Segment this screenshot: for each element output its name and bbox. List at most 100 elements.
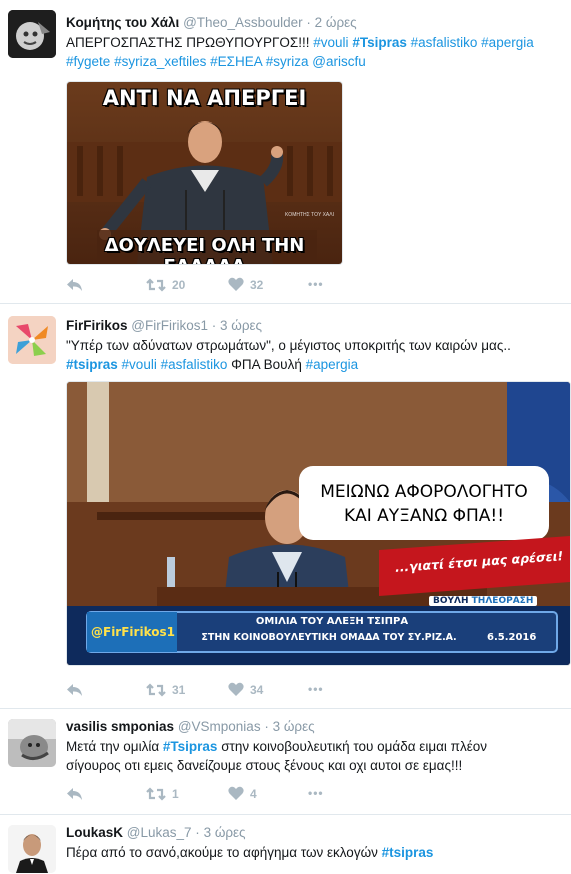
hashtag-link[interactable]: #tsipras [66,357,118,372]
tweet-text: Μετά την ομιλία #Tsipras στην κοινοβουλε… [66,737,566,775]
meme-caption-top: ΑΝΤΙ ΝΑ ΑΠΕΡΓΕΙ [102,86,307,110]
speech-bubble: ΜΕΙΩΝΩ ΑΦΟΡΟΛΟΓΗΤΟ ΚΑΙ ΑΥΞΑΝΩ ΦΠΑ!! [299,480,549,528]
user-handle[interactable]: @VSmponias [178,719,261,734]
retweet-button[interactable]: 20 [146,277,185,293]
avatar[interactable] [8,316,56,364]
retweet-icon [146,278,166,292]
tweet-text: Πέρα από το σανό,ακούμε το αφήγημα των ε… [66,843,566,862]
tweet-text-segment: ΦΠΑ Βουλή [227,357,306,372]
avatar[interactable] [8,825,56,873]
tweet-text-segment: Πέρα από το σανό,ακούμε το αφήγημα των ε… [66,845,382,860]
tweet-text: ΑΠΕΡΓΟΣΠΑΣΤΗΣ ΠΡΩΘΥΠΟΥΡΓΟΣ!!! #vouli #Ts… [66,33,566,71]
tweet[interactable]: Κομήτης του Χάλι @Theo_Assboulder · 2 ώρ… [0,0,571,304]
tweet-header: vasilis smponias @VSmponias · 3 ώρες [66,719,315,734]
tweet-header: FirFirikos @FirFirikos1 · 3 ώρες [66,318,262,333]
retweet-icon [146,787,166,801]
tweet-text-line: σίγουρος οτι εμεις δανείζουμε στους ξένο… [66,756,566,775]
reply-button[interactable] [66,277,84,293]
reply-icon [67,279,82,291]
hashtag-link[interactable]: #tsipras [382,845,434,860]
ticker-line: ΣΤΗΝ ΚΟΙΝΟΒΟΥΛΕΥΤΙΚΗ ΟΜΑΔΑ ΤΟΥ ΣΥ.ΡΙΖ.Α. [201,632,457,643]
separator-dot: · [195,825,200,840]
retweet-icon [146,683,166,697]
tweet-text-line: ΑΠΕΡΓΟΣΠΑΣΤΗΣ ΠΡΩΘΥΠΟΥΡΓΟΣ!!! #vouli #Ts… [66,33,566,52]
timestamp[interactable]: 2 ώρες [315,15,357,30]
hashtag-link[interactable]: #Tsipras [352,35,407,50]
display-name[interactable]: FirFirikos [66,318,128,333]
reply-icon [67,788,82,800]
channel-logo-word: ΒΟΥΛΗ [433,596,469,606]
timestamp[interactable]: 3 ώρες [273,719,315,734]
display-name[interactable]: LoukasK [66,825,123,840]
hashtag-link[interactable]: #syriza [266,54,309,69]
like-count: 32 [250,277,264,292]
tweet-text-segment: "Υπέρ των αδύνατων στρωμάτων", ο μέγιστο… [66,338,511,353]
reply-button[interactable] [66,786,84,802]
speech-bubble-line: ΚΑΙ ΑΥΞΑΝΩ ΦΠΑ!! [343,506,505,526]
tweet-image[interactable]: ΜΕΙΩΝΩ ΑΦΟΡΟΛΟΓΗΤΟ ΚΑΙ ΑΥΞΑΝΩ ΦΠΑ!! ...γ… [66,381,571,666]
more-button[interactable]: ••• [308,786,324,800]
reply-icon [67,684,82,696]
retweet-count: 31 [172,683,186,697]
tweet-header: Κομήτης του Χάλι @Theo_Assboulder · 2 ώρ… [66,15,357,30]
tweet-text-segment: σίγουρος οτι εμεις δανείζουμε στους ξένο… [66,758,463,773]
ticker-line: ΟΜΙΛΙΑ ΤΟΥ ΑΛΕΞΗ ΤΣΙΠΡΑ [255,616,409,627]
hashtag-link[interactable]: #apergia [306,357,359,372]
hashtag-link[interactable]: #vouli [313,35,348,50]
more-button[interactable]: ••• [308,277,324,291]
tweet[interactable]: FirFirikos @FirFirikos1 · 3 ώρες "Υπέρ τ… [0,304,571,709]
tweet-image[interactable]: ΑΝΤΙ ΝΑ ΑΠΕΡΓΕΙ ΔΟΥΛΕΥΕΙ ΟΛΗ ΤΗΝ ΕΛΛΑΔΑ … [66,81,343,265]
like-button[interactable]: 4 [228,786,257,801]
tweet-actions: 20 32 ••• [66,277,556,295]
channel-logo: ΒΟΥΛΗ ΤΗΛΕΟΡΑΣΗ [429,596,538,606]
timestamp[interactable]: 3 ώρες [220,318,262,333]
like-count: 4 [250,786,257,801]
tweet-text-segment: Μετά την ομιλία [66,739,163,754]
reply-button[interactable] [66,682,84,698]
retweet-button[interactable]: 1 [146,786,179,802]
separator-dot: · [264,719,269,734]
tweet-text-line: Μετά την ομιλία #Tsipras στην κοινοβουλε… [66,737,566,756]
retweet-count: 20 [172,278,186,292]
user-handle[interactable]: @FirFirikos1 [131,318,208,333]
user-handle[interactable]: @Lukas_7 [127,825,192,840]
tweet-text-line: Πέρα από το σανό,ακούμε το αφήγημα των ε… [66,843,566,862]
retweet-button[interactable]: 31 [146,682,185,698]
speech-bubble-line: ΜΕΙΩΝΩ ΑΦΟΡΟΛΟΓΗΤΟ [320,482,528,502]
separator-dot: · [306,15,311,30]
hashtag-link[interactable]: #ΕΣΗΕΑ [210,54,262,69]
tweet[interactable]: vasilis smponias @VSmponias · 3 ώρες Μετ… [0,709,571,815]
avatar[interactable] [8,10,56,58]
tweet[interactable]: LoukasK @Lukas_7 · 3 ώρες Πέρα από το σα… [0,815,571,874]
mention-link[interactable]: @ariscfu [312,54,365,69]
hashtag-link[interactable]: #apergia [481,35,534,50]
hashtag-link[interactable]: #fygete [66,54,110,69]
hashtag-link[interactable]: #asfalistiko [161,357,228,372]
tweet-actions: 1 4 ••• [66,786,556,804]
tweet-text-segment: ΑΠΕΡΓΟΣΠΑΣΤΗΣ ΠΡΩΘΥΠΟΥΡΓΟΣ!!! [66,35,314,50]
tweet-text-line: #tsipras #vouli #asfalistiko ΦΠΑ Βουλή #… [66,355,566,374]
more-icon: ••• [308,277,324,291]
hashtag-link[interactable]: #vouli [122,357,157,372]
hashtag-link[interactable]: #syriza_xeftiles [114,54,206,69]
meme-caption-bottom: ΔΟΥΛΕΥΕΙ ΟΛΗ ΤΗΝ ΕΛΛΑΔΑ [104,235,305,264]
tweet-text-line: "Υπέρ των αδύνατων στρωμάτων", ο μέγιστο… [66,336,566,355]
hashtag-link[interactable]: #Tsipras [163,739,218,754]
tweet-actions: 31 34 ••• [66,682,556,700]
retweet-count: 1 [172,787,179,801]
more-button[interactable]: ••• [308,682,324,696]
like-button[interactable]: 32 [228,277,263,292]
separator-dot: · [211,318,217,333]
ticker-date: 6.5.2016 [487,632,537,643]
tweet-text-segment: στην κοινοβουλευτική του ομάδα ειμαι πλέ… [217,739,487,754]
hashtag-link[interactable]: #asfalistiko [411,35,478,50]
watermark: KOMHTHΣ TOY XAΛI [284,212,334,218]
like-icon [228,277,244,291]
display-name[interactable]: vasilis smponias [66,719,174,734]
display-name[interactable]: Κομήτης του Χάλι [66,15,179,30]
like-button[interactable]: 34 [228,682,263,697]
avatar[interactable] [8,719,56,767]
user-handle[interactable]: @Theo_Assboulder [183,15,303,30]
more-icon: ••• [308,682,324,696]
timestamp[interactable]: 3 ώρες [204,825,246,840]
